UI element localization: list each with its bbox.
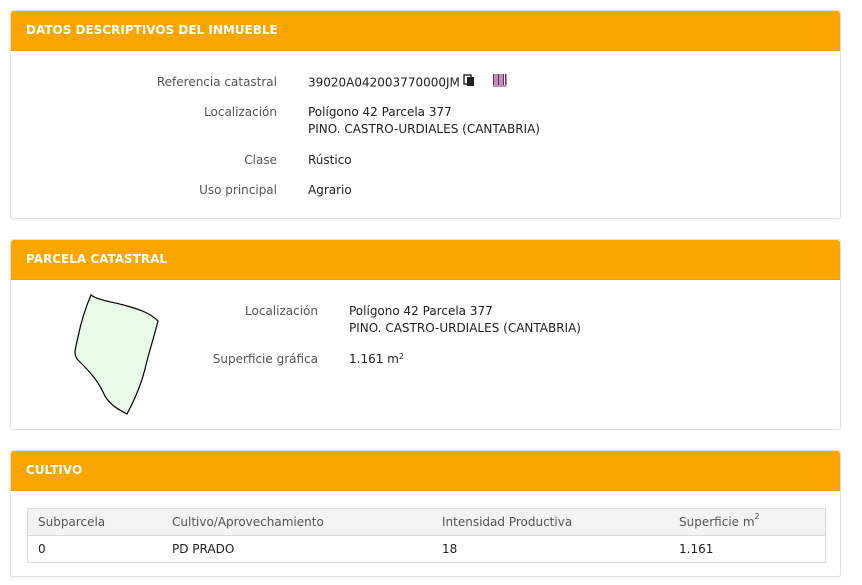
col-subparcela: Subparcela: [27, 508, 162, 536]
parcela-localizacion-label: Localización: [245, 304, 318, 318]
clase-value: Rústico: [308, 153, 352, 167]
parcela-localizacion-value: Polígono 42 Parcela 377 PINO. CASTRO-URD…: [349, 303, 581, 337]
uso-label: Uso principal: [199, 183, 277, 197]
referencia-label: Referencia catastral: [156, 75, 277, 89]
col-superficie-label: Superficie m: [679, 515, 755, 529]
referencia-value: 39020A042003770000JM: [308, 75, 460, 90]
superficie-value-wrap: 1.161 m2: [349, 351, 404, 368]
cell-superficie: 1.161: [679, 542, 714, 556]
cell-subparcela: 0: [38, 542, 46, 556]
inmueble-panel: DATOS DESCRIPTIVOS DEL INMUEBLE Referenc…: [10, 10, 841, 219]
cell-intensidad: 18: [442, 542, 458, 556]
clase-label: Clase: [244, 153, 277, 167]
cell-cultivo: PD PRADO: [172, 542, 235, 556]
col-superficie: Superficie m2: [669, 508, 826, 536]
localizacion-line2: PINO. CASTRO-URDIALES (CANTABRIA): [308, 122, 540, 136]
superficie-unit-sup: 2: [398, 352, 404, 361]
cultivo-title: CULTIVO: [11, 451, 840, 491]
copy-icon[interactable]: [463, 74, 475, 92]
cultivo-panel: CULTIVO Subparcela Cultivo/Aprovechamien…: [10, 450, 841, 577]
parcela-localizacion-line2: PINO. CASTRO-URDIALES (CANTABRIA): [349, 321, 581, 335]
col-intensidad: Intensidad Productiva: [432, 508, 669, 536]
table-row: 0 PD PRADO 18 1.161: [28, 536, 826, 563]
localizacion-line1: Polígono 42 Parcela 377: [308, 105, 452, 119]
parcela-title: PARCELA CATASTRAL: [11, 240, 840, 280]
superficie-label: Superficie gráfica: [212, 352, 318, 366]
table-header-row: Subparcela Cultivo/Aprovechamiento Inten…: [27, 508, 826, 536]
localizacion-label: Localización: [204, 105, 277, 119]
uso-value: Agrario: [308, 183, 352, 197]
localizacion-value: Polígono 42 Parcela 377 PINO. CASTRO-URD…: [308, 104, 540, 138]
parcela-localizacion-line1: Polígono 42 Parcela 377: [349, 304, 493, 318]
parcela-panel: PARCELA CATASTRAL Localización Polígono …: [10, 239, 841, 430]
barcode-icon[interactable]: [492, 74, 507, 92]
col-cultivo: Cultivo/Aprovechamiento: [162, 508, 432, 536]
inmueble-title: DATOS DESCRIPTIVOS DEL INMUEBLE: [11, 11, 840, 51]
superficie-value: 1.161 m: [349, 352, 399, 366]
col-superficie-sup: 2: [754, 512, 760, 521]
cultivo-table: Subparcela Cultivo/Aprovechamiento Inten…: [27, 508, 826, 563]
referencia-value-wrap: 39020A042003770000JM: [308, 74, 507, 92]
